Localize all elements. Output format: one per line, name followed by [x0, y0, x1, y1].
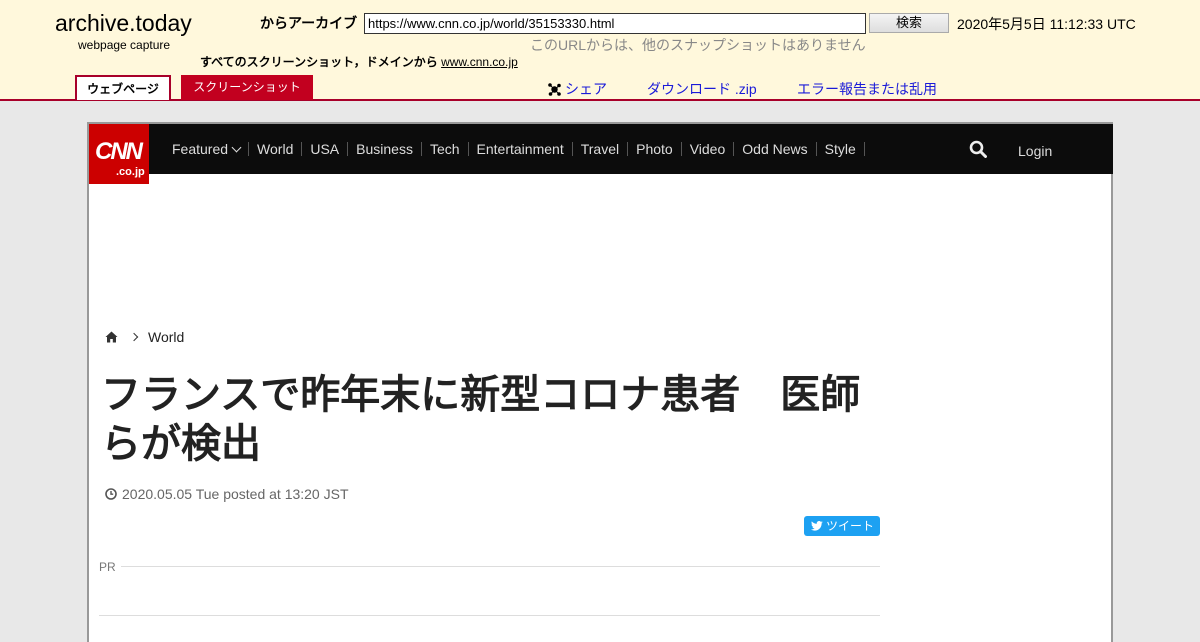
- nav-item-usa[interactable]: USA: [302, 142, 349, 156]
- nav-item-photo[interactable]: Photo: [628, 142, 682, 156]
- archive-url-input[interactable]: [364, 13, 866, 34]
- tweet-label: ツイート: [826, 519, 875, 533]
- domain-link[interactable]: www.cnn.co.jp: [441, 55, 518, 69]
- posted-text: 2020.05.05 Tue posted at 13:20 JST: [122, 486, 349, 502]
- no-snapshots-text: このURLからは、他のスナップショットはありません: [530, 37, 866, 53]
- download-link[interactable]: ダウンロード .zip: [647, 79, 757, 99]
- archived-page-frame: Featured World USA Business Tech Enterta…: [87, 122, 1113, 642]
- archive-header: archive.today webpage capture からアーカイブ 検索…: [0, 0, 1200, 101]
- nav-item-world[interactable]: World: [249, 142, 303, 156]
- all-screenshots-line: すべてのスクリーンショット，ドメインから www.cnn.co.jp: [200, 53, 518, 70]
- archive-from-label: からアーカイブ: [260, 15, 358, 31]
- chevron-down-icon: [231, 142, 242, 153]
- archive-title[interactable]: archive.today: [55, 10, 192, 37]
- share-link[interactable]: シェア: [548, 79, 607, 99]
- pr-divider-bottom: [99, 615, 880, 616]
- nav-menu: Featured World USA Business Tech Enterta…: [164, 124, 865, 174]
- nav-item-featured[interactable]: Featured: [164, 142, 250, 156]
- nav-item-tech[interactable]: Tech: [422, 142, 469, 156]
- capture-date[interactable]: 2020年5月5日 11:12:33 UTC: [957, 14, 1136, 34]
- tweet-button[interactable]: ツイート: [804, 516, 880, 536]
- nav-item-style[interactable]: Style: [817, 142, 865, 156]
- twitter-bird-icon: [811, 521, 823, 531]
- breadcrumb-world[interactable]: World: [148, 329, 184, 345]
- cnn-logo[interactable]: CNN .co.jp: [89, 124, 149, 184]
- clock-icon: [105, 488, 117, 500]
- tab-webpage[interactable]: ウェブページ: [75, 75, 171, 100]
- share-label: シェア: [565, 81, 607, 97]
- logo-main-text: CNN: [95, 138, 143, 165]
- all-screenshots-label: すべてのスクリーンショット，ドメインから: [200, 55, 438, 69]
- report-link[interactable]: エラー報告または乱用: [797, 79, 937, 99]
- logo-sub-text: .co.jp: [116, 166, 145, 178]
- posted-date: 2020.05.05 Tue posted at 13:20 JST: [105, 486, 349, 502]
- article-headline: フランスで昨年末に新型コロナ患者 医師らが検出: [101, 373, 861, 466]
- archive-subtitle: webpage capture: [78, 38, 171, 52]
- home-icon[interactable]: [105, 331, 118, 343]
- search-icon[interactable]: [969, 140, 987, 158]
- nav-item-business[interactable]: Business: [348, 142, 422, 156]
- breadcrumb: World: [105, 329, 184, 345]
- tab-screenshot[interactable]: スクリーンショット: [181, 75, 313, 100]
- login-link[interactable]: Login: [1018, 143, 1052, 159]
- nav-item-entertainment[interactable]: Entertainment: [469, 142, 573, 156]
- search-button[interactable]: 検索: [869, 13, 949, 33]
- pr-label: PR: [99, 560, 116, 574]
- chevron-right-icon: [129, 332, 139, 342]
- share-icon: [548, 83, 561, 96]
- pr-divider: [121, 566, 880, 567]
- nav-item-travel[interactable]: Travel: [573, 142, 629, 156]
- nav-item-odd-news[interactable]: Odd News: [734, 142, 817, 156]
- cnn-nav-bar: Featured World USA Business Tech Enterta…: [89, 124, 1113, 174]
- nav-item-video[interactable]: Video: [682, 142, 735, 156]
